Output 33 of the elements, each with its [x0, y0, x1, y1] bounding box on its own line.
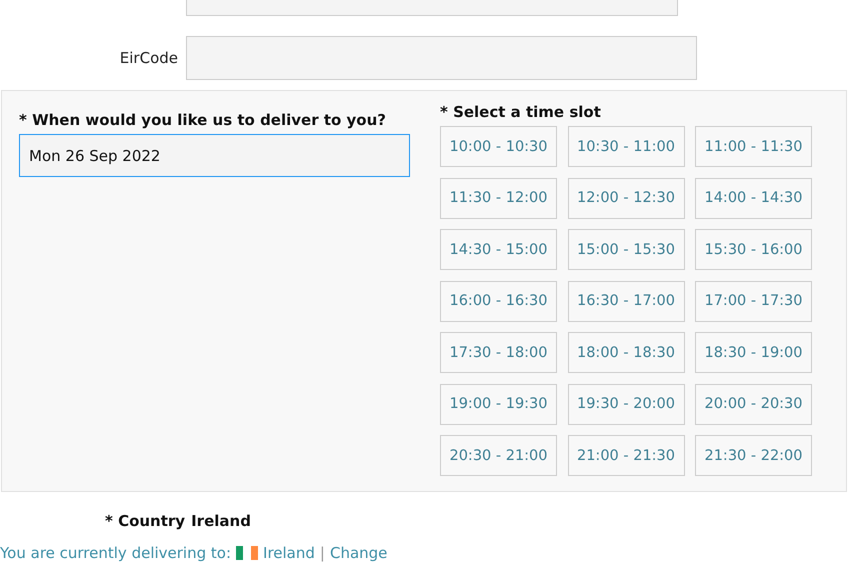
country-value: Ireland	[191, 512, 251, 530]
time-slot-button[interactable]: 10:00 - 10:30	[440, 126, 557, 167]
time-slot-button[interactable]: 16:30 - 17:00	[568, 280, 684, 322]
time-slot-button[interactable]: 11:00 - 11:30	[695, 126, 812, 167]
date-field[interactable]: Mon 26 Sep 2022	[19, 134, 410, 177]
time-slot-button[interactable]: 14:00 - 14:30	[695, 178, 812, 218]
change-link[interactable]: Change	[330, 544, 388, 562]
time-slot-button[interactable]: 20:30 - 21:00	[440, 435, 557, 476]
time-slot-button[interactable]: 18:30 - 19:00	[695, 332, 812, 373]
time-slot-button[interactable]: 16:00 - 16:30	[440, 280, 557, 322]
country-link[interactable]: Ireland	[263, 544, 315, 562]
time-slot-button[interactable]: 17:30 - 18:00	[440, 332, 557, 373]
field-label: EirCode	[118, 49, 178, 67]
separator: |	[320, 544, 325, 562]
time-slot-label: * Select a time slot	[440, 103, 602, 121]
time-slot-button[interactable]: 19:00 - 19:30	[440, 384, 557, 424]
country-label: * Country	[105, 512, 186, 530]
time-slot-button[interactable]: 18:00 - 18:30	[568, 332, 684, 373]
time-slot-button[interactable]: 17:00 - 17:30	[695, 280, 812, 322]
flag-icon	[236, 546, 258, 560]
time-slot-button[interactable]: 21:30 - 22:00	[695, 435, 812, 476]
time-slot-button[interactable]: 15:00 - 15:30	[568, 229, 684, 270]
time-slot-button[interactable]: 21:00 - 21:30	[568, 435, 684, 476]
time-slot-button[interactable]: 10:30 - 11:00	[568, 126, 684, 167]
delivery-text: You are currently delivering to:	[0, 544, 232, 562]
time-slot-button[interactable]: 11:30 - 12:00	[440, 178, 557, 218]
time-slot-button[interactable]: 12:00 - 12:30	[568, 178, 684, 218]
time-slot-button[interactable]: 14:30 - 15:00	[440, 229, 557, 270]
eircode-field[interactable]	[186, 36, 697, 80]
time-slot-button[interactable]: 20:00 - 20:30	[695, 384, 812, 424]
time-slot-button[interactable]: 19:30 - 20:00	[568, 384, 684, 424]
time-slot-button[interactable]: 15:30 - 16:00	[695, 229, 812, 270]
date-label: * When would you like us to deliver to you?	[19, 111, 387, 129]
